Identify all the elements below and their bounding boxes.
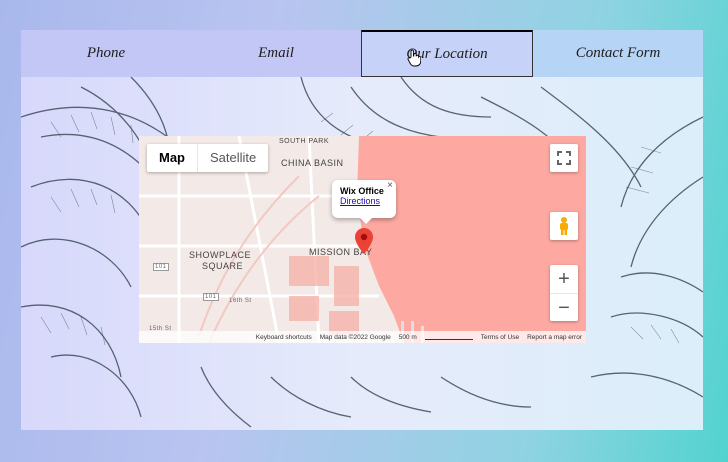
map-label-square: SQUARE xyxy=(202,261,244,271)
fullscreen-icon xyxy=(557,151,571,165)
keyboard-shortcuts-link[interactable]: Keyboard shortcuts xyxy=(256,334,312,341)
pegman-button[interactable] xyxy=(550,212,578,240)
map-label-16th-st: 16th St xyxy=(229,298,252,304)
map-data-attribution: Map data ©2022 Google xyxy=(319,333,391,341)
tab-contact-form[interactable]: Contact Form xyxy=(533,30,703,77)
scale-line xyxy=(424,335,473,340)
tab-bar: Phone Email Our Location Contact Form xyxy=(21,30,703,77)
map-pin-icon[interactable] xyxy=(355,228,373,254)
map-label-south-park: SOUTH PARK xyxy=(279,138,329,145)
map-label-showplace: SHOWPLACE xyxy=(189,250,252,260)
info-window-title: Wix Office xyxy=(340,186,384,196)
fullscreen-button[interactable] xyxy=(550,144,578,172)
zoom-controls: + − xyxy=(550,265,578,321)
tab-our-location[interactable]: Our Location xyxy=(361,30,533,77)
map-type-toggle: Map Satellite xyxy=(147,144,269,172)
map-type-satellite-button[interactable]: Satellite xyxy=(198,144,268,172)
terms-link[interactable]: Terms of Use xyxy=(481,334,519,341)
map-label-highway-101-a: 101 xyxy=(153,263,169,271)
google-map[interactable]: CHINA BASIN SOUTH PARK SHOWPLACE SQUARE … xyxy=(139,136,586,343)
info-window: × Wix Office Directions xyxy=(332,180,396,224)
map-label-china-basin: CHINA BASIN xyxy=(281,158,344,168)
report-error-link[interactable]: Report a map error xyxy=(527,334,582,341)
close-icon[interactable]: × xyxy=(387,180,393,191)
map-label-highway-101-b: 101 xyxy=(203,293,219,301)
pegman-icon xyxy=(560,217,568,235)
map-footer: Keyboard shortcuts Map data ©2022 Google… xyxy=(139,331,586,343)
zoom-in-button[interactable]: + xyxy=(550,265,578,294)
hand-cursor-icon xyxy=(407,49,421,67)
tab-phone[interactable]: Phone xyxy=(21,30,191,77)
zoom-out-button[interactable]: − xyxy=(550,294,578,322)
tab-email[interactable]: Email xyxy=(191,30,361,77)
scale-bar[interactable]: 500 m xyxy=(399,334,417,341)
directions-link[interactable]: Directions xyxy=(340,196,380,206)
map-type-map-button[interactable]: Map xyxy=(147,144,198,172)
